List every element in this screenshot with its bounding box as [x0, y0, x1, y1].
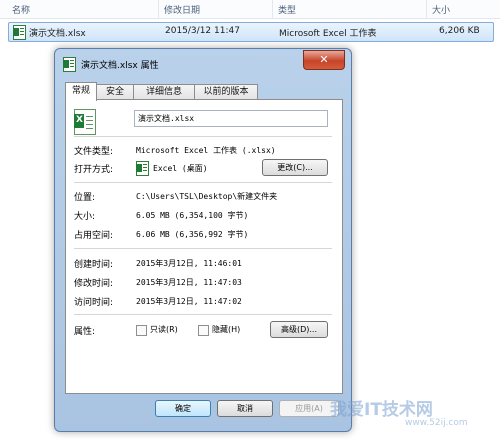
tab-general[interactable]: 常规	[65, 82, 97, 101]
excel-file-large-icon: X	[74, 109, 96, 135]
file-type-label: 文件类型:	[74, 147, 114, 157]
filename-input[interactable]: 演示文档.xlsx	[134, 110, 328, 127]
size-on-disk-value: 6.06 MB (6,356,992 字节)	[136, 230, 249, 239]
location-value: C:\Users\TSL\Desktop\新建文件夹	[136, 192, 278, 201]
size-value: 6.05 MB (6,354,100 字节)	[136, 211, 249, 220]
column-divider[interactable]	[272, 0, 273, 18]
file-name: 演示文档.xlsx	[29, 29, 86, 39]
file-modified: 2015/3/12 11:47	[165, 26, 240, 36]
column-header-bar: 名称 修改日期 类型 大小	[0, 0, 500, 19]
divider	[74, 136, 332, 137]
readonly-label[interactable]: 只读(R)	[150, 324, 178, 335]
modified-value: 2015年3月12日, 11:47:03	[136, 278, 242, 287]
column-name[interactable]: 名称	[12, 3, 30, 16]
close-button[interactable]: ✕	[303, 50, 345, 70]
divider	[74, 182, 332, 183]
modified-label: 修改时间:	[74, 279, 114, 289]
ok-button[interactable]: 确定	[155, 400, 211, 417]
watermark-text: 我爱IT技术网	[330, 400, 433, 420]
cancel-button[interactable]: 取消	[217, 400, 273, 417]
close-icon: ✕	[319, 53, 329, 66]
column-type[interactable]: 类型	[278, 3, 296, 16]
tab-security[interactable]: 安全	[96, 84, 134, 100]
opens-with-label: 打开方式:	[74, 165, 114, 175]
location-label: 位置:	[74, 193, 96, 203]
size-label: 大小:	[74, 212, 96, 222]
dialog-title: 演示文档.xlsx 属性	[81, 61, 159, 71]
column-modified[interactable]: 修改日期	[164, 3, 200, 16]
tab-previous-versions[interactable]: 以前的版本	[194, 84, 258, 100]
file-row-selected[interactable]: 演示文档.xlsx 2015/3/12 11:47 Microsoft Exce…	[8, 22, 494, 42]
file-type: Microsoft Excel 工作表	[279, 29, 377, 39]
tab-details[interactable]: 详细信息	[133, 84, 195, 100]
accessed-value: 2015年3月12日, 11:47:02	[136, 297, 242, 306]
attributes-label: 属性:	[74, 327, 96, 337]
file-size: 6,206 KB	[439, 26, 480, 36]
opens-with-value: Excel (桌面)	[153, 164, 208, 173]
divider	[74, 248, 332, 249]
filename-value: 演示文档.xlsx	[138, 114, 195, 123]
file-type-value: Microsoft Excel 工作表 (.xlsx)	[136, 146, 276, 155]
readonly-checkbox[interactable]	[136, 325, 147, 336]
watermark-url: www.52ij.com	[405, 418, 468, 428]
created-label: 创建时间:	[74, 260, 114, 270]
general-tab-panel: X 演示文档.xlsx 文件类型: Microsoft Excel 工作表 (.…	[65, 99, 343, 394]
advanced-button[interactable]: 高级(D)...	[270, 321, 328, 338]
hidden-label[interactable]: 隐藏(H)	[212, 324, 240, 335]
size-on-disk-label: 占用空间:	[74, 231, 114, 241]
divider	[74, 314, 332, 315]
properties-dialog: 演示文档.xlsx 属性 ✕ 常规 安全 详细信息 以前的版本 X 演示文档.x…	[54, 48, 352, 432]
column-size[interactable]: 大小	[432, 3, 450, 16]
excel-file-icon	[63, 57, 76, 72]
excel-app-icon	[136, 161, 149, 176]
dialog-titlebar[interactable]: 演示文档.xlsx 属性 ✕	[55, 49, 351, 77]
hidden-checkbox[interactable]	[198, 325, 209, 336]
column-divider[interactable]	[158, 0, 159, 18]
excel-file-icon	[13, 25, 26, 40]
column-divider[interactable]	[426, 0, 427, 18]
change-button[interactable]: 更改(C)...	[262, 159, 328, 176]
created-value: 2015年3月12日, 11:46:01	[136, 259, 242, 268]
accessed-label: 访问时间:	[74, 298, 114, 308]
